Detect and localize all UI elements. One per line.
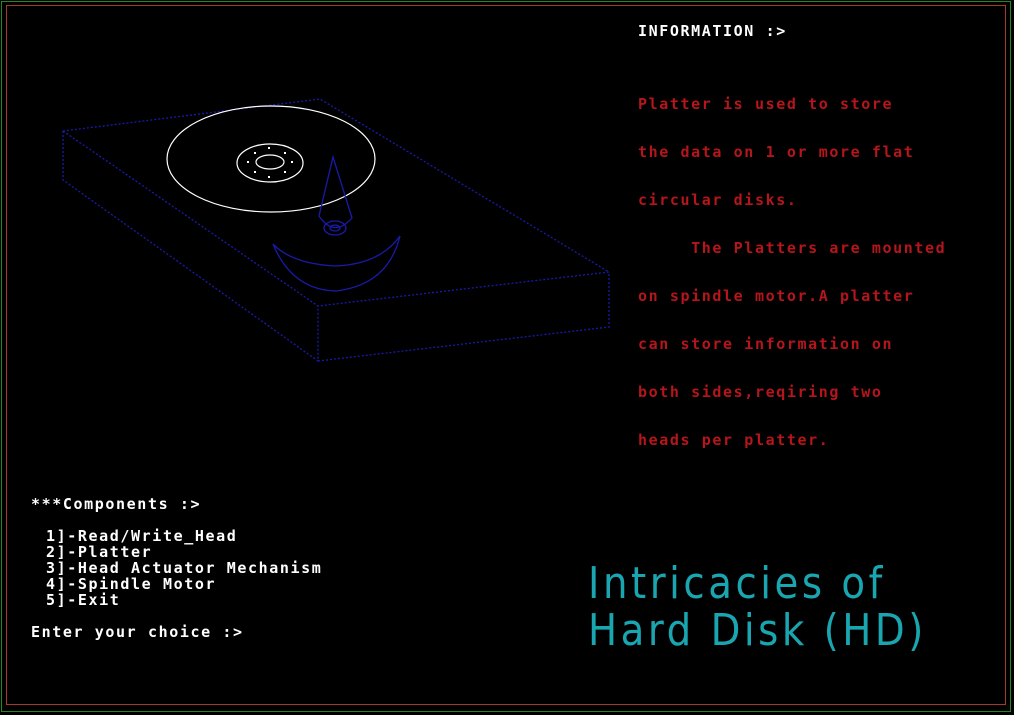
info-heading: INFORMATION :> — [638, 22, 787, 40]
menu-item-read-write-head[interactable]: 1]-Read/Write_Head — [46, 528, 322, 544]
info-line: circular disks. — [638, 191, 798, 209]
menu-item-spindle-motor[interactable]: 4]-Spindle Motor — [46, 576, 322, 592]
spindle-hub-icon — [247, 147, 293, 178]
menu-item-platter[interactable]: 2]-Platter — [46, 544, 322, 560]
info-line: can store information on — [638, 335, 894, 353]
components-heading: ***Components :> — [31, 495, 202, 513]
info-line: on spindle motor.A platter — [638, 287, 915, 305]
actuator-crescent-icon — [272, 235, 401, 292]
read-write-head-arm-icon — [318, 154, 353, 236]
app-title-line-1: Intricacies of — [588, 558, 886, 609]
app-title-line-2: Hard Disk (HD) — [588, 605, 927, 656]
info-line: the data on 1 or more flat — [638, 143, 915, 161]
choice-prompt: Enter your choice :> — [31, 624, 314, 640]
platter-icon — [166, 105, 376, 213]
menu-item-exit[interactable]: 5]-Exit — [46, 592, 322, 608]
info-line: heads per platter. — [638, 431, 830, 449]
choice-prompt-label: Enter your choice :> — [31, 623, 244, 641]
info-line: Platter is used to store — [638, 95, 894, 113]
components-menu: 1]-Read/Write_Head 2]-Platter 3]-Head Ac… — [46, 528, 322, 608]
info-line: both sides,reqiring two — [638, 383, 883, 401]
info-line: The Platters are mounted — [638, 239, 947, 257]
drive-casing — [61, 98, 611, 363]
choice-input[interactable] — [253, 624, 314, 640]
info-text: Platter is used to store the data on 1 o… — [638, 64, 946, 464]
menu-item-head-actuator-mechanism[interactable]: 3]-Head Actuator Mechanism — [46, 560, 322, 576]
